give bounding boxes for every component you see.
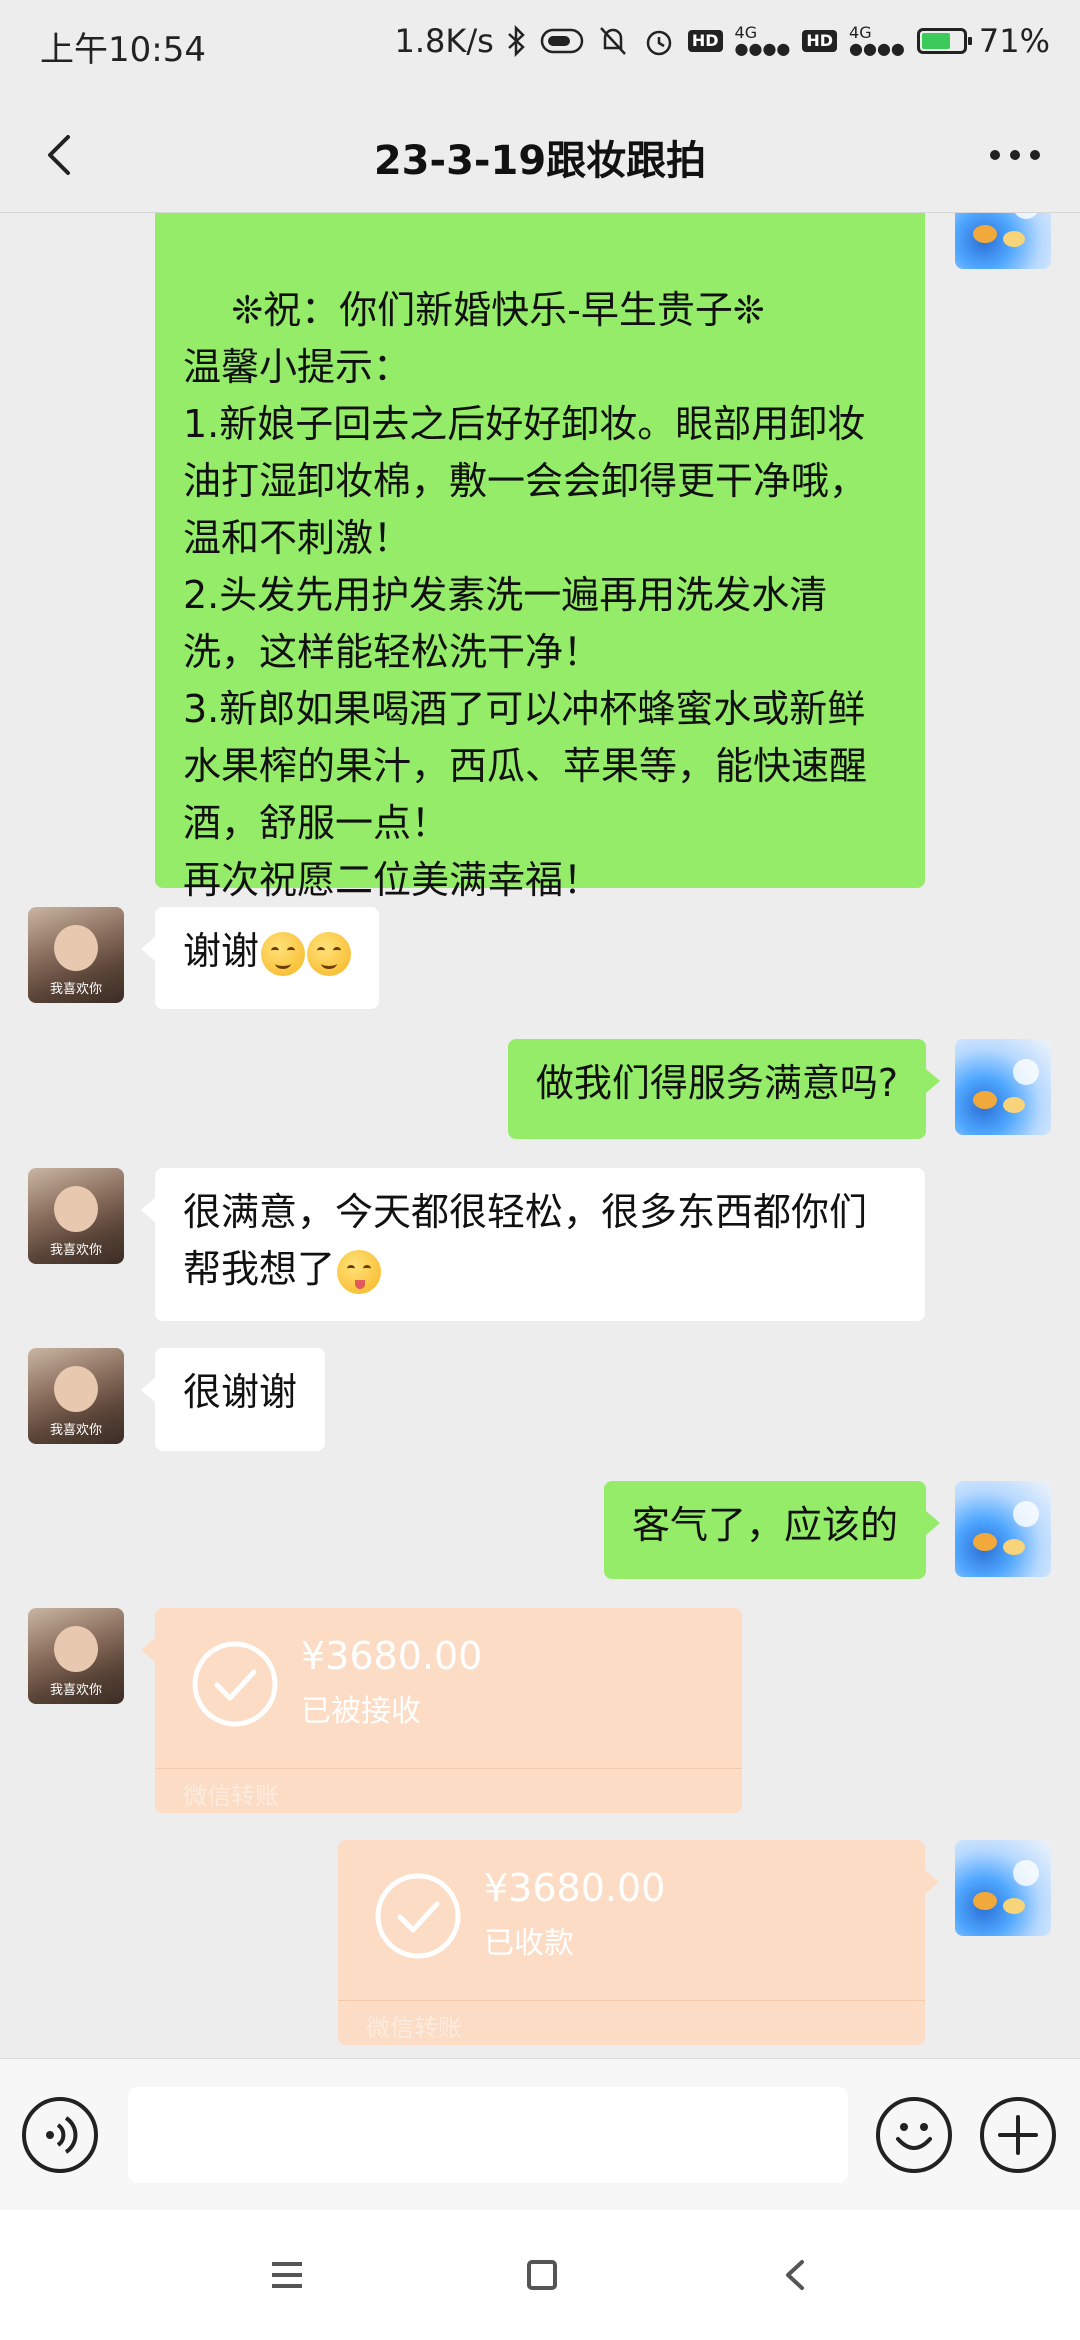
square-icon xyxy=(527,2260,557,2290)
transfer-divider xyxy=(155,1768,742,1769)
transfer-card[interactable]: ¥3680.00 已被接收 微信转账 xyxy=(141,1608,742,1813)
avatar-friend[interactable]: 我喜欢你 xyxy=(28,1608,124,1704)
avatar-friend[interactable]: 我喜欢你 xyxy=(28,1348,124,1444)
chat-title: 23-3-19跟妆跟拍 xyxy=(373,138,707,184)
avatar-self[interactable] xyxy=(955,213,1051,269)
message-bubble-friend[interactable]: 很满意，今天都很轻松，很多东西都你们帮我想了 xyxy=(141,1168,925,1321)
avatar-self[interactable] xyxy=(955,1039,1051,1135)
status-time: 上午10:54 xyxy=(40,30,206,70)
status-bar: 上午10:54 1.8K/s HD 4G ●●●● HD 4G ●●●● 71% xyxy=(0,0,1080,90)
transfer-footer: 微信转账 xyxy=(183,1782,279,1810)
message-text: 很满意，今天都很轻松，很多东西都你们帮我想了 xyxy=(183,1190,868,1291)
hd-badge-2: HD xyxy=(802,30,838,52)
emoji-icon xyxy=(896,2123,932,2150)
message-text: 做我们得服务满意吗? xyxy=(535,1061,898,1105)
message-text: 客气了，应该的 xyxy=(631,1503,898,1547)
message-bubble-self[interactable]: 做我们得服务满意吗? xyxy=(507,1039,941,1139)
voice-icon xyxy=(46,2116,78,2154)
chat-header: 23-3-19跟妆跟拍 xyxy=(0,100,1080,210)
toggle-icon xyxy=(540,28,584,54)
voice-button[interactable] xyxy=(22,2097,98,2173)
back-nav-button[interactable] xyxy=(770,2250,820,2300)
smile-emoji-icon xyxy=(307,931,352,976)
message-bubble-friend[interactable]: 很谢谢 xyxy=(140,1348,326,1451)
transfer-amount: ¥3680.00 xyxy=(301,1634,483,1678)
plus-icon xyxy=(998,2115,1038,2155)
mute-icon xyxy=(596,24,630,58)
back-triangle-icon xyxy=(786,2260,804,2290)
check-circle-icon xyxy=(192,1641,278,1727)
system-nav-bar xyxy=(0,2210,1080,2340)
check-circle-icon xyxy=(375,1873,461,1959)
message-bubble-self[interactable]: 客气了，应该的 xyxy=(603,1481,941,1579)
net-speed: 1.8K/s xyxy=(394,22,494,60)
transfer-card[interactable]: ¥3680.00 已收款 微信转账 xyxy=(338,1840,939,2045)
hd-badge: HD xyxy=(687,30,723,52)
menu-icon xyxy=(272,2262,302,2288)
alarm-icon xyxy=(642,24,676,58)
transfer-status: 已收款 xyxy=(484,1926,574,1961)
transfer-footer: 微信转账 xyxy=(366,2014,462,2042)
home-nav-button[interactable] xyxy=(517,2250,567,2300)
bluetooth-icon xyxy=(506,25,528,57)
signal-icon-2: 4G ●●●● xyxy=(849,23,905,58)
transfer-amount: ¥3680.00 xyxy=(484,1866,666,1910)
avatar-self[interactable] xyxy=(955,1840,1051,1936)
more-button[interactable] xyxy=(980,125,1050,185)
emoji-button[interactable] xyxy=(876,2097,952,2173)
message-text: ❊祝：你们新婚快乐-早生贵子❊ 温馨小提示： 1.新娘子回去之后好好卸妆。眼部用… xyxy=(183,288,868,902)
battery-icon xyxy=(916,28,972,54)
message-input[interactable] xyxy=(128,2087,848,2183)
status-icons: 1.8K/s HD 4G ●●●● HD 4G ●●●● 71% xyxy=(395,22,1050,60)
message-bubble-friend[interactable]: 谢谢 xyxy=(140,907,380,1009)
message-text: 很谢谢 xyxy=(183,1370,298,1414)
menu-nav-button[interactable] xyxy=(262,2250,312,2300)
message-bubble-self[interactable]: ❊祝：你们新婚快乐-早生贵子❊ 温馨小提示： 1.新娘子回去之后好好卸妆。眼部用… xyxy=(155,213,925,902)
battery-percent: 71% xyxy=(978,22,1050,60)
transfer-divider xyxy=(338,2000,925,2001)
avatar-friend[interactable]: 我喜欢你 xyxy=(28,907,124,1003)
wink-emoji-icon xyxy=(337,1249,382,1294)
avatar-friend[interactable]: 我喜欢你 xyxy=(28,1168,124,1264)
smile-emoji-icon xyxy=(261,931,306,976)
signal-icon: 4G ●●●● xyxy=(734,23,791,58)
input-bar xyxy=(0,2058,1080,2211)
transfer-status: 已被接收 xyxy=(301,1694,421,1729)
message-text: 谢谢 xyxy=(183,929,260,973)
add-button[interactable] xyxy=(980,2097,1056,2173)
chat-area[interactable]: ❊祝：你们新婚快乐-早生贵子❊ 温馨小提示： 1.新娘子回去之后好好卸妆。眼部用… xyxy=(0,213,1080,2058)
avatar-self[interactable] xyxy=(955,1481,1051,1577)
more-icon xyxy=(990,150,1040,160)
